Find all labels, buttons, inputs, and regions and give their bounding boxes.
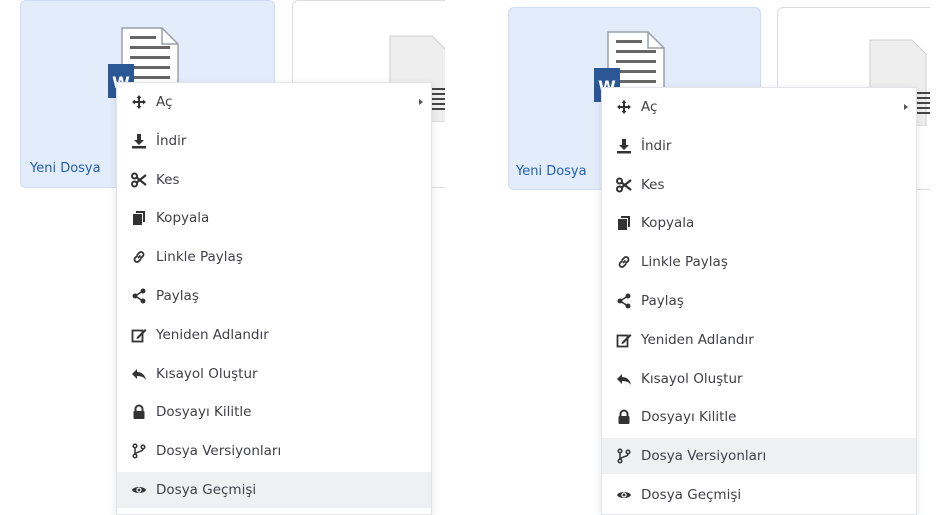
menu-item-label: İndir bbox=[156, 132, 187, 149]
menu-item-label: İndir bbox=[641, 137, 672, 154]
file-name-label: Yeni Dosya bbox=[30, 161, 101, 176]
menu-item-label: Linkle Paylaş bbox=[641, 254, 728, 271]
menu-item-yeniden-adlandir[interactable]: Yeniden Adlandır bbox=[602, 322, 916, 358]
download-icon bbox=[616, 138, 632, 154]
menu-item-label: Dosya Geçmişi bbox=[641, 487, 742, 503]
menu-item-label: Yeniden Adlandır bbox=[641, 331, 754, 348]
menu-item-linkle-paylas[interactable]: Linkle Paylaş bbox=[602, 244, 916, 280]
menu-item-kes[interactable]: Kes bbox=[602, 167, 916, 203]
menu-item-yeniden-adlandir[interactable]: Yeniden Adlandır bbox=[117, 317, 431, 353]
edit-icon bbox=[131, 327, 147, 343]
menu-item-label: Paylaş bbox=[156, 288, 199, 304]
menu-item-label: Kes bbox=[641, 176, 665, 193]
left-panel: W Yeni Dosya AçİndirKesKopyalaLinkle Pay… bbox=[0, 0, 445, 515]
menu-item-indir[interactable]: İndir bbox=[602, 128, 916, 164]
share-icon bbox=[131, 288, 147, 304]
right-panel: W Yeni Dosya AçİndirKesKopyalaLinkle Pay… bbox=[490, 0, 930, 515]
menu-item-linkle-paylas[interactable]: Linkle Paylaş bbox=[117, 239, 431, 275]
scissors-icon bbox=[616, 177, 632, 193]
menu-item-ac[interactable]: Aç bbox=[117, 84, 431, 120]
submenu-caret-icon bbox=[419, 99, 423, 105]
link-icon bbox=[616, 254, 632, 270]
context-menu: Aç İndir Kes Kopyala Linkle Paylaş Paylaş Yeni… bbox=[116, 82, 432, 515]
edit-icon bbox=[616, 332, 632, 348]
menu-item-dosya-gecmisi[interactable]: Dosya Geçmişi bbox=[602, 477, 916, 513]
menu-item-label: Yeniden Adlandır bbox=[156, 326, 269, 343]
menu-item-kopyala[interactable]: Kopyala bbox=[117, 200, 431, 236]
menu-item-ac[interactable]: Aç bbox=[602, 89, 916, 125]
menu-item-label: Linkle Paylaş bbox=[156, 249, 243, 266]
file-name-label: Yeni Dosya bbox=[516, 164, 587, 179]
code-branch-icon bbox=[131, 443, 147, 459]
copy-icon bbox=[131, 210, 147, 226]
menu-item-kopyala[interactable]: Kopyala bbox=[602, 205, 916, 241]
lock-icon bbox=[131, 404, 147, 420]
move-arrows-icon bbox=[131, 94, 147, 110]
menu-item-label: Aç bbox=[641, 99, 658, 115]
menu-item-dosya-gecmisi[interactable]: Dosya Geçmişi bbox=[117, 472, 431, 508]
link-icon bbox=[131, 249, 147, 265]
menu-item-dosya-versiyonlari[interactable]: Dosya Versiyonları bbox=[602, 438, 916, 475]
menu-item-dosya-versiyonlari[interactable]: Dosya Versiyonları bbox=[117, 433, 431, 469]
reply-arrow-icon bbox=[616, 371, 632, 387]
menu-item-kisayol-olustur[interactable]: Kısayol Oluştur bbox=[602, 361, 916, 397]
context-menu: Aç İndir Kes Kopyala Linkle Paylaş Paylaş Yeni… bbox=[601, 87, 917, 515]
menu-item-label: Kopyala bbox=[156, 210, 210, 227]
scissors-icon bbox=[131, 172, 147, 188]
reply-arrow-icon bbox=[131, 366, 147, 382]
menu-item-label: Paylaş bbox=[641, 293, 684, 309]
copy-icon bbox=[616, 215, 632, 231]
menu-item-kes[interactable]: Kes bbox=[117, 162, 431, 198]
menu-item-label: Dosya Geçmişi bbox=[156, 482, 257, 498]
lock-icon bbox=[616, 409, 632, 425]
move-arrows-icon bbox=[616, 99, 632, 115]
menu-item-label: Dosya Versiyonları bbox=[156, 443, 282, 460]
menu-item-label: Kısayol Oluştur bbox=[641, 370, 743, 387]
menu-item-label: Dosya Versiyonları bbox=[641, 448, 767, 465]
menu-item-indir[interactable]: İndir bbox=[117, 123, 431, 159]
menu-item-paylas[interactable]: Paylaş bbox=[117, 278, 431, 314]
menu-item-dosyayi-kilitle[interactable]: Dosyayı Kilitle bbox=[117, 394, 431, 430]
menu-item-kisayol-olustur[interactable]: Kısayol Oluştur bbox=[117, 356, 431, 392]
menu-item-label: Kes bbox=[156, 171, 180, 188]
menu-item-label: Kısayol Oluştur bbox=[156, 365, 258, 382]
menu-item-label: Aç bbox=[156, 94, 173, 110]
code-branch-icon bbox=[616, 448, 632, 464]
download-icon bbox=[131, 133, 147, 149]
menu-item-dosyayi-kilitle[interactable]: Dosyayı Kilitle bbox=[602, 399, 916, 435]
menu-item-paylas[interactable]: Paylaş bbox=[602, 283, 916, 319]
eye-icon bbox=[131, 482, 147, 498]
menu-item-label: Dosyayı Kilitle bbox=[156, 404, 252, 421]
share-icon bbox=[616, 293, 632, 309]
menu-item-label: Kopyala bbox=[641, 215, 695, 232]
submenu-caret-icon bbox=[904, 104, 908, 110]
eye-icon bbox=[616, 487, 632, 503]
menu-item-label: Dosyayı Kilitle bbox=[641, 409, 737, 426]
